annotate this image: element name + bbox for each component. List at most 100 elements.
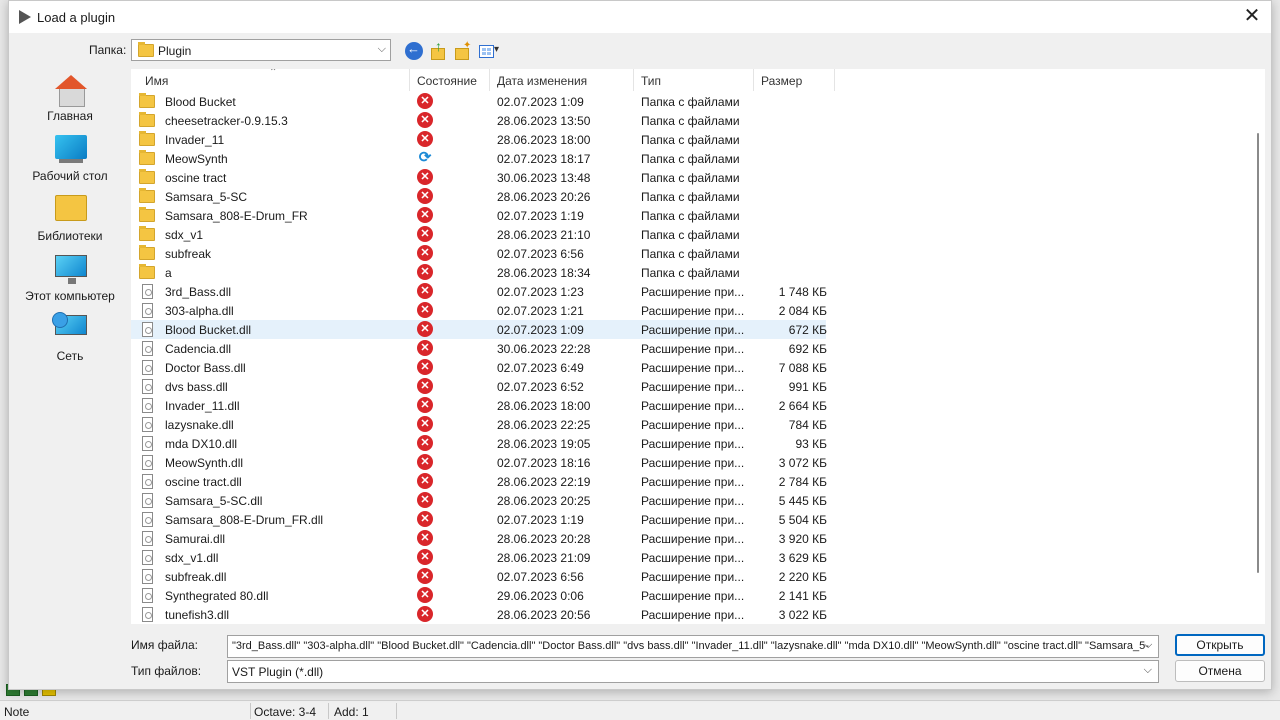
file-name: a — [165, 266, 172, 280]
file-row[interactable]: oscine tract ✕ 30.06.2023 13:48 Папка с … — [131, 168, 826, 187]
file-row[interactable]: Cadencia.dll ✕ 30.06.2023 22:28 Расширен… — [131, 339, 827, 358]
dll-file-icon — [142, 417, 153, 432]
scrollbar-thumb[interactable] — [1257, 133, 1259, 573]
up-folder-icon[interactable] — [429, 38, 447, 60]
file-type: Расширение при... — [641, 361, 745, 375]
close-button[interactable]: ✕ — [1237, 3, 1267, 31]
error-status-icon: ✕ — [417, 226, 433, 242]
file-type: Расширение при... — [641, 418, 745, 432]
home-icon — [55, 75, 87, 107]
column-name[interactable]: Имя — [145, 74, 168, 88]
file-row[interactable]: Blood Bucket ✕ 02.07.2023 1:09 Папка с ф… — [131, 92, 826, 111]
navigation-toolbar — [405, 38, 503, 62]
new-folder-icon[interactable] — [453, 40, 471, 60]
vertical-scrollbar[interactable] — [1251, 69, 1265, 624]
cancel-button[interactable]: Отмена — [1175, 660, 1265, 682]
file-row[interactable]: Samsara_5-SC ✕ 28.06.2023 20:26 Папка с … — [131, 187, 826, 206]
file-row[interactable]: oscine tract.dll ✕ 28.06.2023 22:19 Расш… — [131, 472, 827, 491]
file-row[interactable]: Samsara_808-E-Drum_FR.dll ✕ 02.07.2023 1… — [131, 510, 827, 529]
file-type: Расширение при... — [641, 494, 745, 508]
file-row[interactable]: Invader_11.dll ✕ 28.06.2023 18:00 Расшир… — [131, 396, 827, 415]
app-icon — [19, 10, 31, 24]
status-mode: Note — [4, 705, 30, 719]
place-item[interactable]: Библиотеки — [19, 189, 119, 249]
error-status-icon: ✕ — [417, 606, 433, 622]
file-row[interactable]: subfreak ✕ 02.07.2023 6:56 Папка с файла… — [131, 244, 826, 263]
error-status-icon: ✕ — [417, 492, 433, 508]
place-item[interactable]: Этот компьютер — [19, 249, 119, 309]
file-row[interactable]: 303-alpha.dll ✕ 02.07.2023 1:21 Расширен… — [131, 301, 827, 320]
file-name: mda DX10.dll — [165, 437, 238, 451]
filetype-dropdown[interactable]: VST Plugin (*.dll) ⌵ — [227, 660, 1159, 683]
file-row[interactable]: dvs bass.dll ✕ 02.07.2023 6:52 Расширени… — [131, 377, 827, 396]
column-divider[interactable] — [633, 69, 634, 91]
back-icon[interactable] — [405, 41, 423, 60]
column-size[interactable]: Размер — [761, 74, 802, 88]
chevron-down-icon[interactable]: ⌵ — [378, 43, 386, 56]
file-row[interactable]: MeowSynth ⟳ 02.07.2023 18:17 Папка с фай… — [131, 149, 826, 168]
file-size: 3 022 КБ — [778, 608, 827, 622]
status-separator — [250, 703, 251, 719]
file-name: Samurai.dll — [165, 532, 226, 546]
dll-file-icon — [142, 284, 153, 299]
error-status-icon: ✕ — [417, 188, 433, 204]
file-row[interactable]: Samsara_808-E-Drum_FR ✕ 02.07.2023 1:19 … — [131, 206, 826, 225]
column-type[interactable]: Тип — [641, 74, 661, 88]
file-row[interactable]: Invader_11 ✕ 28.06.2023 18:00 Папка с фа… — [131, 130, 826, 149]
file-date: 02.07.2023 1:09 — [497, 323, 584, 337]
network-icon — [52, 312, 87, 335]
dll-file-icon — [142, 588, 153, 603]
file-name: Invader_11 — [165, 133, 225, 147]
column-status[interactable]: Состояние — [417, 74, 477, 88]
file-row[interactable]: cheesetracker-0.9.15.3 ✕ 28.06.2023 13:5… — [131, 111, 826, 130]
file-name: cheesetracker-0.9.15.3 — [165, 114, 288, 128]
file-type: Расширение при... — [641, 551, 745, 565]
column-date[interactable]: Дата изменения — [497, 74, 587, 88]
file-row[interactable]: Blood Bucket.dll ✕ 02.07.2023 1:09 Расши… — [131, 320, 827, 339]
column-header: Имя Состояние Дата изменения Тип Размер — [131, 69, 1251, 91]
file-name: lazysnake.dll — [165, 418, 234, 432]
dll-file-icon — [142, 474, 153, 489]
file-row[interactable]: 3rd_Bass.dll ✕ 02.07.2023 1:23 Расширени… — [131, 282, 827, 301]
file-row[interactable]: mda DX10.dll ✕ 28.06.2023 19:05 Расширен… — [131, 434, 827, 453]
file-row[interactable]: MeowSynth.dll ✕ 02.07.2023 18:16 Расшире… — [131, 453, 827, 472]
filename-input[interactable]: "3rd_Bass.dll" "303-alpha.dll" "Blood Bu… — [227, 635, 1159, 658]
file-type: Расширение при... — [641, 456, 745, 470]
column-divider[interactable] — [753, 69, 754, 91]
place-item[interactable]: Главная — [19, 69, 119, 129]
file-row[interactable]: Synthegrated 80.dll ✕ 29.06.2023 0:06 Ра… — [131, 586, 827, 605]
file-name: Samsara_5-SC — [165, 190, 248, 204]
file-type: Расширение при... — [641, 437, 745, 451]
title-bar[interactable]: Load a plugin ✕ — [9, 1, 1271, 33]
place-item[interactable]: Рабочий стол — [19, 129, 119, 189]
chevron-down-icon[interactable]: ⌵ — [1144, 664, 1152, 677]
file-size: 3 920 КБ — [778, 532, 827, 546]
file-row[interactable]: Doctor Bass.dll ✕ 02.07.2023 6:49 Расшир… — [131, 358, 827, 377]
file-row[interactable]: sdx_v1.dll ✕ 28.06.2023 21:09 Расширение… — [131, 548, 827, 567]
file-list[interactable]: ⌃ Имя Состояние Дата изменения Тип Разме… — [131, 69, 1251, 624]
chevron-down-icon[interactable]: ⌵ — [1144, 639, 1152, 652]
error-status-icon: ✕ — [417, 454, 433, 470]
file-row[interactable]: lazysnake.dll ✕ 28.06.2023 22:25 Расшире… — [131, 415, 827, 434]
file-row[interactable]: Samurai.dll ✕ 28.06.2023 20:28 Расширени… — [131, 529, 827, 548]
status-add: Add: 1 — [334, 705, 369, 719]
file-row[interactable]: tunefish3.dll ✕ 28.06.2023 20:56 Расшире… — [131, 605, 827, 624]
view-menu-icon[interactable] — [477, 42, 503, 60]
column-divider[interactable] — [489, 69, 490, 91]
look-in-value: Plugin — [158, 44, 192, 58]
column-divider[interactable] — [409, 69, 410, 91]
file-row[interactable]: sdx_v1 ✕ 28.06.2023 21:10 Папка с файлам… — [131, 225, 826, 244]
look-in-dropdown[interactable]: Plugin ⌵ — [131, 39, 391, 61]
file-date: 28.06.2023 18:34 — [497, 266, 591, 280]
place-item[interactable]: Сеть — [19, 309, 119, 369]
file-name: Blood Bucket.dll — [165, 323, 252, 337]
file-row[interactable]: a ✕ 28.06.2023 18:34 Папка с файлами — [131, 263, 826, 282]
column-divider[interactable] — [834, 69, 835, 91]
error-status-icon: ✕ — [417, 207, 433, 223]
file-row[interactable]: subfreak.dll ✕ 02.07.2023 6:56 Расширени… — [131, 567, 827, 586]
file-date: 02.07.2023 6:56 — [497, 570, 584, 584]
file-date: 29.06.2023 0:06 — [497, 589, 584, 603]
dll-file-icon — [142, 303, 153, 318]
open-button[interactable]: Открыть — [1175, 634, 1265, 656]
file-row[interactable]: Samsara_5-SC.dll ✕ 28.06.2023 20:25 Расш… — [131, 491, 827, 510]
